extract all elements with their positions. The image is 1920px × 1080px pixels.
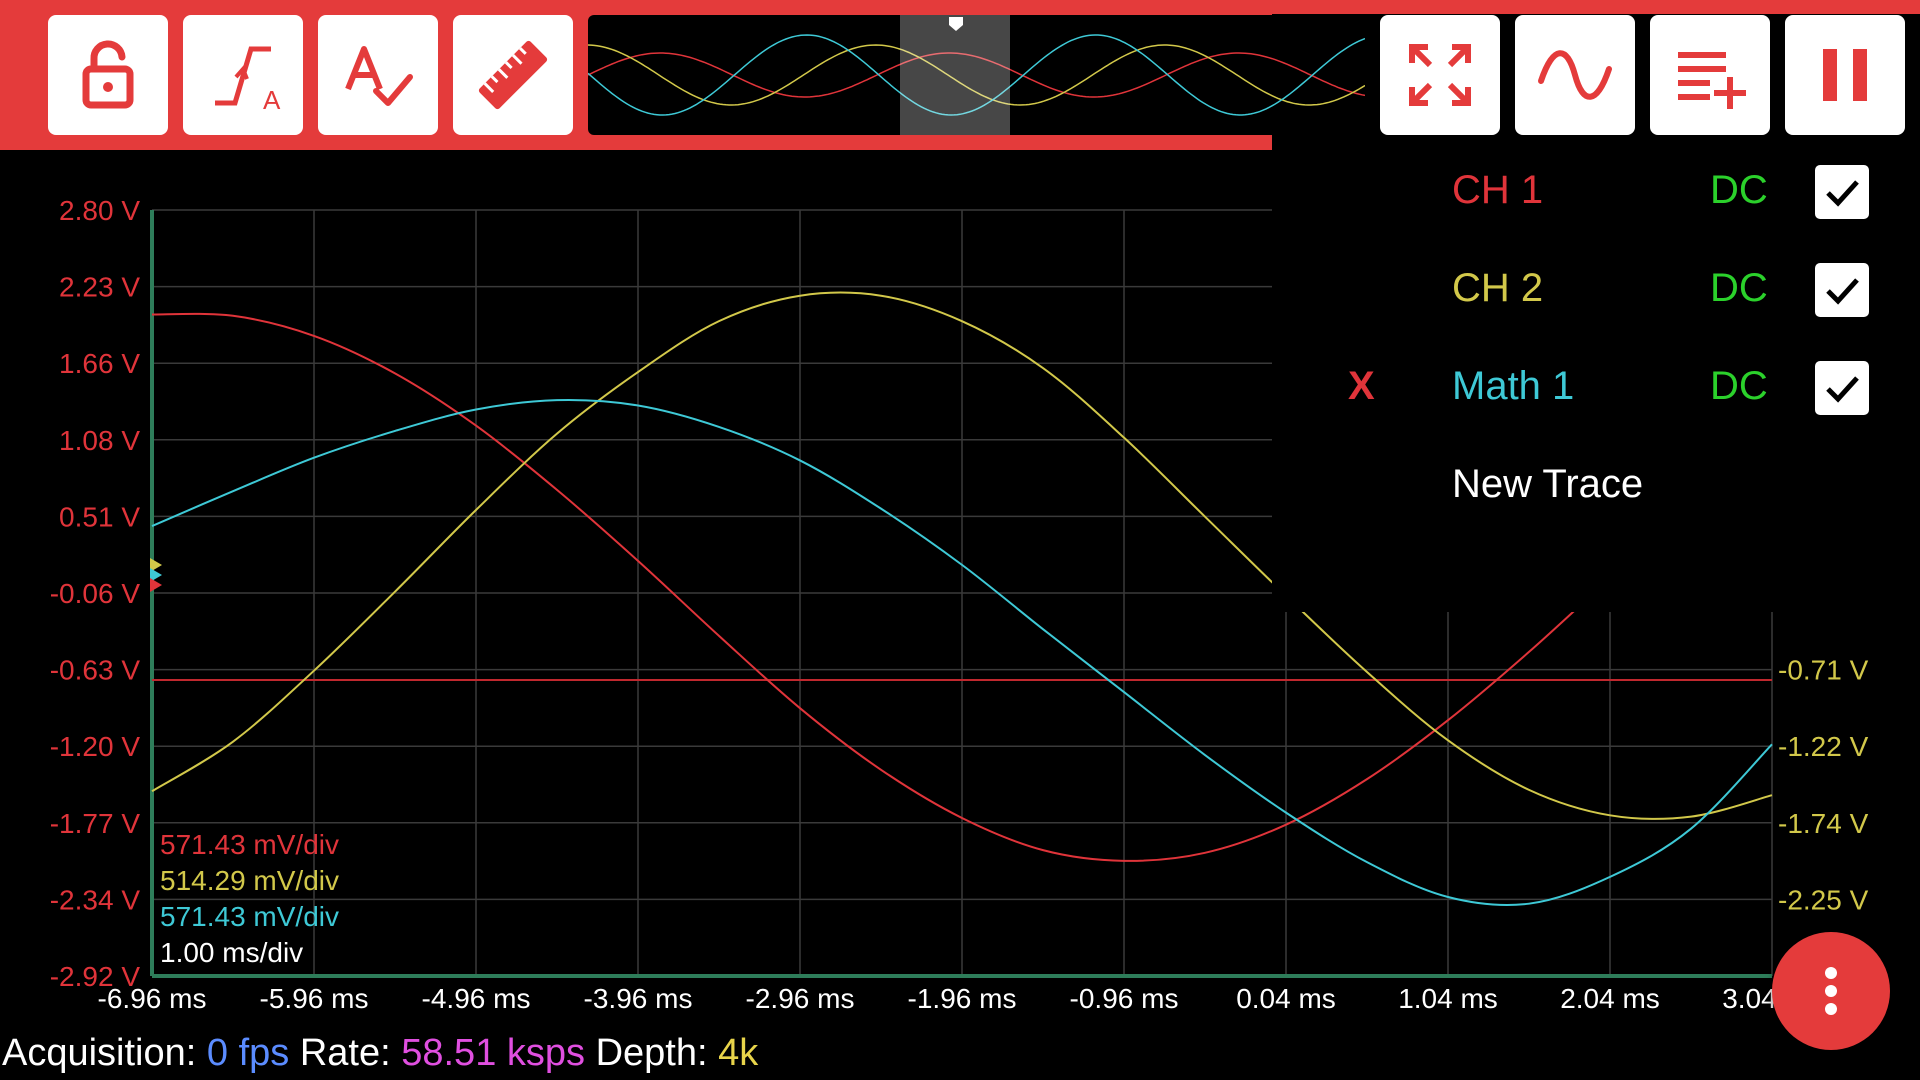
scale-label: 1.00 ms/div <box>160 937 303 968</box>
fit-screen-button[interactable] <box>1380 15 1500 135</box>
x-tick-label: 1.04 ms <box>1398 983 1498 1014</box>
x-tick-label: -6.96 ms <box>98 983 207 1014</box>
measure-button[interactable] <box>453 15 573 135</box>
right-axis-label: -0.71 V <box>1778 655 1869 686</box>
coupling-label[interactable]: DC <box>1710 336 1768 436</box>
coupling-label[interactable]: DC <box>1710 238 1768 338</box>
right-axis-label: -1.22 V <box>1778 731 1869 762</box>
y-tick-label: 0.51 V <box>59 501 140 532</box>
pause-button[interactable] <box>1785 15 1905 135</box>
x-tick-label: -3.96 ms <box>584 983 693 1014</box>
x-tick-label: -4.96 ms <box>422 983 531 1014</box>
y-tick-label: 1.08 V <box>59 425 140 456</box>
waveform-overview[interactable] <box>588 15 1365 135</box>
ruler-icon <box>478 40 548 110</box>
check-icon <box>1826 278 1859 305</box>
x-tick-label: 2.04 ms <box>1560 983 1660 1014</box>
right-axis-label: -2.25 V <box>1778 884 1869 915</box>
overview-marker-icon <box>949 17 963 31</box>
channel-name: CH 2 <box>1452 266 1544 310</box>
sine-wave-icon <box>1538 50 1612 100</box>
acquisition-label: Acquisition: <box>2 1032 197 1074</box>
channel-name: CH 1 <box>1452 168 1544 212</box>
depth-label: Depth: <box>595 1032 708 1074</box>
waveform-button[interactable] <box>1515 15 1635 135</box>
y-tick-label: -0.63 V <box>50 655 141 686</box>
scale-label: 571.43 mV/div <box>160 829 339 860</box>
more-options-button[interactable] <box>1772 932 1890 1050</box>
x-tick-label: -1.96 ms <box>908 983 1017 1014</box>
channel-row-ch1[interactable]: CH 1 DC <box>1272 140 1920 240</box>
add-trace-button[interactable] <box>1650 15 1770 135</box>
new-trace-button[interactable]: New Trace <box>1452 434 1643 534</box>
scale-label: 571.43 mV/div <box>160 901 339 932</box>
lock-button[interactable] <box>48 15 168 135</box>
toolbar: A <box>0 0 1920 150</box>
acquisition-value: 0 fps <box>206 1032 290 1074</box>
trigger-button[interactable]: A <box>183 15 303 135</box>
check-icon <box>1826 376 1859 403</box>
rate-value: 58.51 ksps <box>401 1032 586 1074</box>
new-trace-row[interactable]: New Trace <box>1272 434 1920 534</box>
x-tick-label: -0.96 ms <box>1070 983 1179 1014</box>
coupling-label[interactable]: DC <box>1710 140 1768 240</box>
channel-row-math1[interactable]: X Math 1 DC <box>1272 336 1920 436</box>
more-vert-icon <box>1825 964 1837 1018</box>
spellcheck-icon <box>345 46 413 106</box>
trigger-edge-icon: A <box>215 46 281 115</box>
y-tick-label: 2.23 V <box>59 272 140 303</box>
playlist-add-icon <box>1678 52 1746 109</box>
right-axis-label: -1.74 V <box>1778 808 1869 839</box>
spellcheck-button[interactable] <box>318 15 438 135</box>
check-icon <box>1826 180 1859 207</box>
y-tick-label: -1.20 V <box>50 731 141 762</box>
depth-value: 4k <box>718 1032 759 1074</box>
y-tick-label: 2.80 V <box>59 195 140 226</box>
scale-label: 514.29 mV/div <box>160 865 339 896</box>
pause-icon <box>1823 49 1867 101</box>
remove-trace-button[interactable]: X <box>1348 336 1375 436</box>
rate-label: Rate: <box>299 1032 391 1074</box>
toolbar-accent-strip <box>1272 0 1920 14</box>
fullscreen-icon <box>1409 44 1471 106</box>
channel-visible-checkbox[interactable] <box>1815 165 1869 219</box>
svg-text:A: A <box>263 85 281 115</box>
channel-offset-marker <box>150 578 162 592</box>
channel-name: Math 1 <box>1452 364 1575 408</box>
x-tick-label: 0.04 ms <box>1236 983 1336 1014</box>
status-bar: Acquisition: 0 fps Rate: 58.51 ksps Dept… <box>2 1030 758 1076</box>
channel-visible-checkbox[interactable] <box>1815 263 1869 317</box>
y-tick-label: -1.77 V <box>50 808 141 839</box>
channel-row-ch2[interactable]: CH 2 DC <box>1272 238 1920 338</box>
y-tick-label: 1.66 V <box>59 348 140 379</box>
y-tick-label: -2.34 V <box>50 884 141 915</box>
channel-visible-checkbox[interactable] <box>1815 361 1869 415</box>
lock-icon <box>82 40 134 109</box>
y-tick-label: -0.06 V <box>50 578 141 609</box>
x-tick-label: -2.96 ms <box>746 983 855 1014</box>
x-tick-label: -5.96 ms <box>260 983 369 1014</box>
channel-panel: CH 1 DC CH 2 DC X Math 1 DC New Trace <box>1272 140 1920 612</box>
